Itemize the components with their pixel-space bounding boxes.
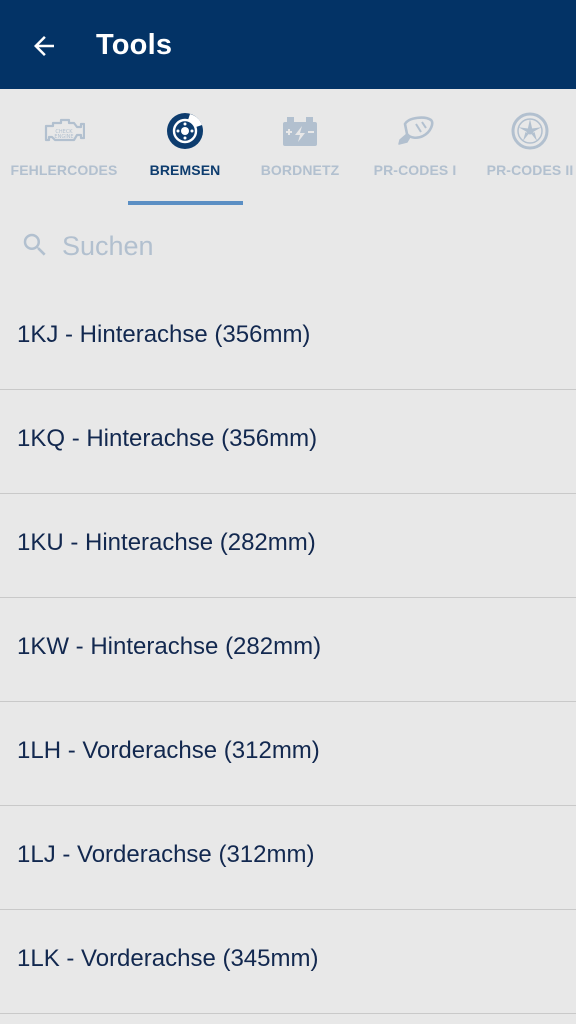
search-icon (23, 233, 46, 256)
tab-label: BREMSEN (149, 162, 221, 178)
search-bar[interactable] (0, 206, 576, 286)
list-item-label: 1KW - Hinterachse (282mm) (17, 633, 322, 660)
back-button[interactable] (22, 24, 66, 68)
list-item[interactable]: 1LJ - Vorderachse (312mm) (0, 806, 576, 910)
tab-fehlercodes[interactable]: CHECK ENGINE FEHLERCODES (6, 89, 122, 206)
tab-label: PR-CODES II (486, 162, 574, 178)
tab-label: PR-CODES I (373, 162, 457, 178)
code-list: 1KJ - Hinterachse (356mm) 1KQ - Hinterac… (0, 286, 576, 1014)
tab-bar: CHECK ENGINE FEHLERCODES BREMSEN BORDNET… (0, 89, 576, 206)
list-item[interactable]: 1KU - Hinterachse (282mm) (0, 494, 576, 598)
tab-pr-codes-1[interactable]: PR-CODES I (357, 89, 473, 206)
list-item-label: 1LK - Vorderachse (345mm) (17, 945, 319, 972)
svg-text:ENGINE: ENGINE (54, 134, 73, 140)
search-input[interactable] (62, 224, 542, 268)
brake-disc-icon (163, 109, 207, 153)
list-item-label: 1LH - Vorderachse (312mm) (17, 737, 320, 764)
list-item-label: 1LJ - Vorderachse (312mm) (17, 841, 315, 868)
list-item-label: 1KU - Hinterachse (282mm) (17, 529, 316, 556)
list-item[interactable]: 1LK - Vorderachse (345mm) (0, 910, 576, 1014)
tab-label: BORDNETZ (260, 162, 340, 178)
list-item-label: 1KJ - Hinterachse (356mm) (17, 321, 311, 348)
tab-pr-codes-2[interactable]: PR-CODES II (472, 89, 576, 206)
list-item[interactable]: 1KQ - Hinterachse (356mm) (0, 390, 576, 494)
list-item-label: 1KQ - Hinterachse (356mm) (17, 425, 318, 452)
list-item[interactable]: 1LH - Vorderachse (312mm) (0, 702, 576, 806)
page-title: Tools (96, 29, 173, 61)
list-item[interactable]: 1KW - Hinterachse (282mm) (0, 598, 576, 702)
app-bar: Tools (0, 0, 576, 89)
tab-bordnetz[interactable]: BORDNETZ (242, 89, 358, 206)
tab-label: FEHLERCODES (10, 162, 118, 178)
list-item[interactable]: 1KJ - Hinterachse (356mm) (0, 286, 576, 390)
mirror-icon (393, 109, 437, 153)
tab-bremsen[interactable]: BREMSEN (127, 89, 243, 206)
app-screen: Tools CHECK ENGINE FEHLERCODES BREMSEN B… (0, 0, 576, 1024)
wheel-rim-icon (508, 109, 552, 153)
active-tab-indicator (128, 201, 243, 205)
arrow-left-icon (34, 36, 54, 56)
engine-check-icon: CHECK ENGINE (42, 109, 86, 153)
battery-icon (278, 109, 322, 153)
